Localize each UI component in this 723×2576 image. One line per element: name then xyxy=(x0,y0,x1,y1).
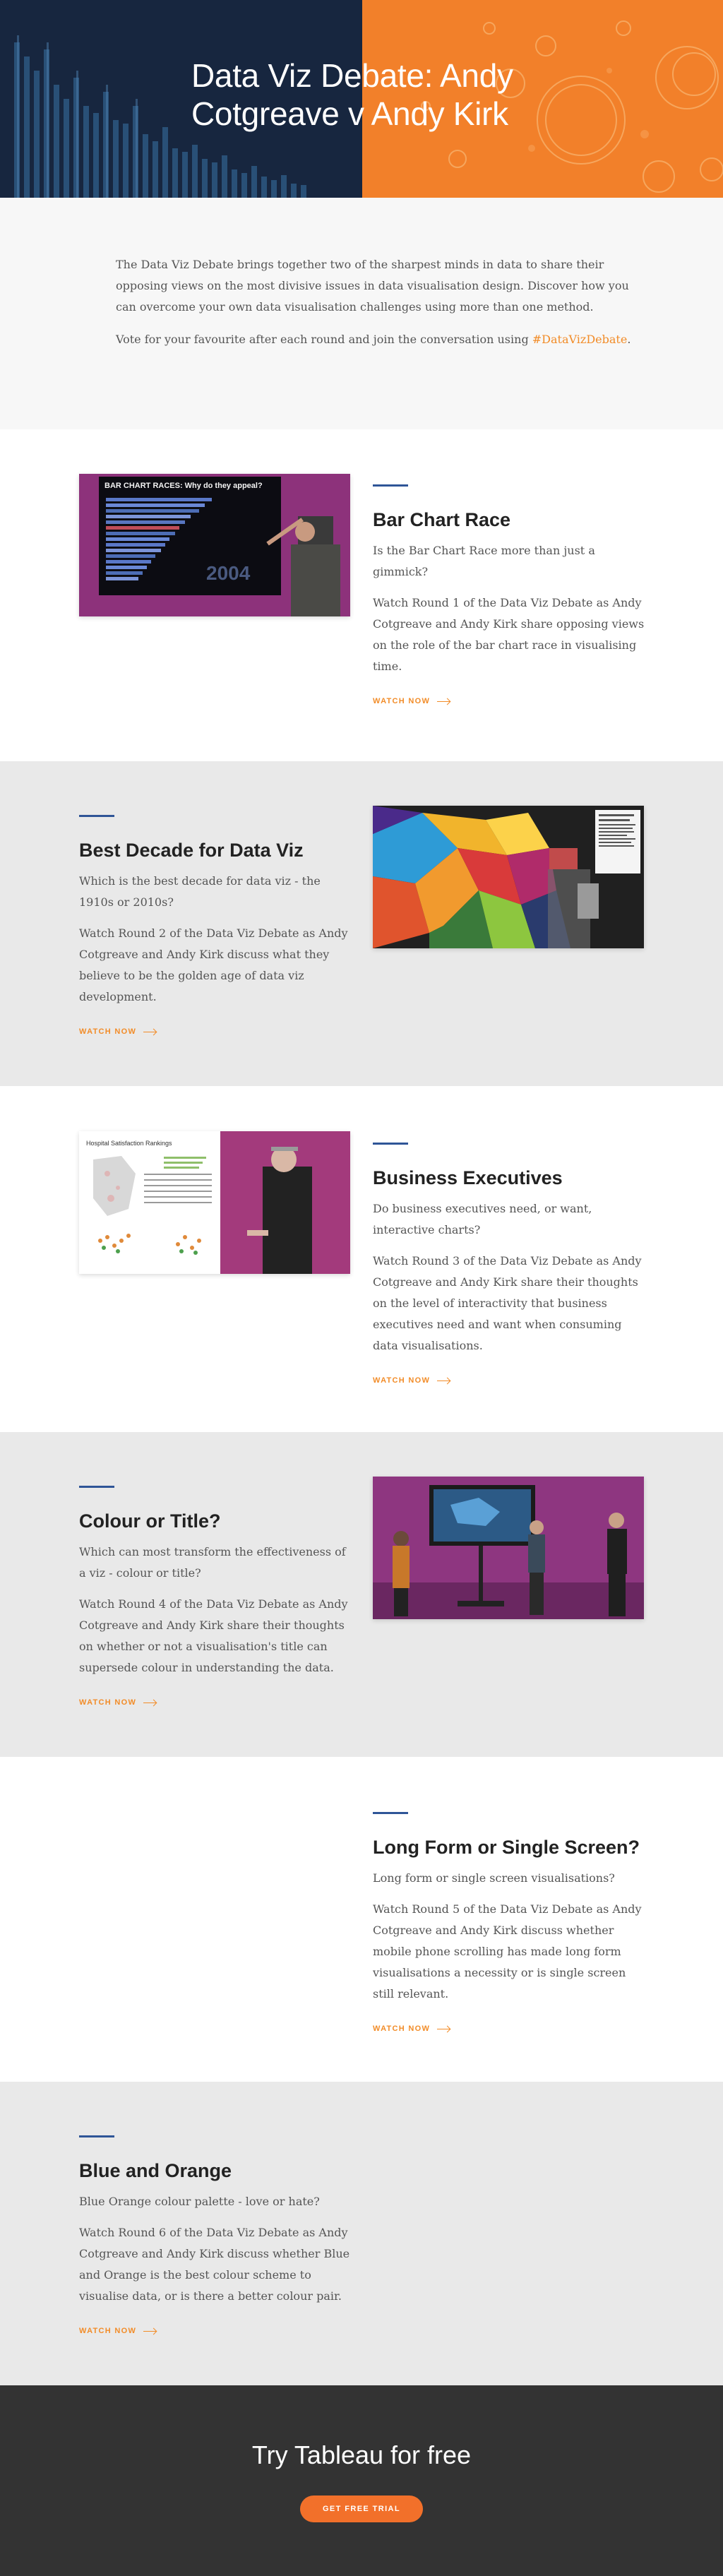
round-1-section: BAR CHART RACES: Why do they appeal? 200… xyxy=(0,429,723,761)
watch-now-label: WATCH NOW xyxy=(373,1376,431,1385)
round-6-section: Blue and Orange Blue Orange colour palet… xyxy=(0,2082,723,2385)
free-trial-section: Try Tableau for free GET FREE TRIAL xyxy=(0,2385,723,2576)
section-question: Do business executives need, or want, in… xyxy=(373,1202,592,1236)
section-description: Watch Round 4 of the Data Viz Debate as … xyxy=(79,1597,348,1674)
section-title: Colour or Title? xyxy=(79,1510,221,1532)
section-question: Long form or single screen visualisation… xyxy=(373,1871,615,1885)
section-description: Watch Round 5 of the Data Viz Debate as … xyxy=(373,1902,642,2000)
accent-bar xyxy=(79,1486,114,1488)
section-description: Watch Round 1 of the Data Viz Debate as … xyxy=(373,596,645,673)
watch-now-link[interactable]: WATCH NOW xyxy=(373,697,450,705)
section-description: Watch Round 3 of the Data Viz Debate as … xyxy=(373,1254,642,1352)
intro-text: The Data Viz Debate brings together two … xyxy=(116,254,638,350)
intro-section: The Data Viz Debate brings together two … xyxy=(0,198,723,429)
round-5-section: Long Form or Single Screen? Long form or… xyxy=(0,1757,723,2082)
accent-bar xyxy=(79,815,114,817)
round-6-text: Blue and Orange Blue Orange colour palet… xyxy=(79,2135,354,2337)
round-1-text: Bar Chart Race Is the Bar Chart Race mor… xyxy=(373,484,648,707)
free-trial-title: Try Tableau for free xyxy=(251,2440,472,2469)
hashtag-link[interactable]: #DataVizDebate xyxy=(532,333,628,346)
accent-bar xyxy=(373,1143,408,1145)
hero-banner: Data Viz Debate: Andy Cotgreave v Andy K… xyxy=(0,0,723,198)
section-description: Watch Round 6 of the Data Viz Debate as … xyxy=(79,2226,350,2303)
accent-bar xyxy=(373,1812,408,1814)
watch-now-label: WATCH NOW xyxy=(373,2025,431,2033)
round-4-text: Colour or Title? Which can most transfor… xyxy=(79,1486,354,1708)
watch-now-link[interactable]: WATCH NOW xyxy=(373,1376,450,1385)
round-4-section: Colour or Title? Which can most transfor… xyxy=(0,1432,723,1757)
page-title: Data Viz Debate: Andy Cotgreave v Andy K… xyxy=(191,57,513,132)
round-2-video-thumbnail[interactable] xyxy=(373,806,644,948)
watch-now-label: WATCH NOW xyxy=(79,2327,137,2335)
watch-now-label: WATCH NOW xyxy=(79,1698,137,1707)
intro-paragraph: The Data Viz Debate brings together two … xyxy=(116,258,629,314)
round-3-text: Business Executives Do business executiv… xyxy=(373,1143,648,1386)
round-4-video-thumbnail[interactable] xyxy=(373,1477,644,1619)
section-question: Is the Bar Chart Race more than just a g… xyxy=(373,544,595,578)
intro-vote-prefix: Vote for your favourite after each round… xyxy=(116,333,532,346)
arrow-right-icon xyxy=(143,2330,157,2332)
intro-vote-paragraph: Vote for your favourite after each round… xyxy=(116,329,638,350)
get-free-trial-button[interactable]: GET FREE TRIAL xyxy=(299,2496,424,2522)
watch-now-label: WATCH NOW xyxy=(373,697,431,705)
section-title: Business Executives xyxy=(373,1167,563,1188)
accent-bar xyxy=(79,2135,114,2137)
thumb-year: 2004 xyxy=(206,562,251,584)
watch-now-label: WATCH NOW xyxy=(79,1027,137,1036)
round-5-text: Long Form or Single Screen? Long form or… xyxy=(373,1812,648,2034)
section-question: Blue Orange colour palette - love or hat… xyxy=(79,2195,320,2208)
arrow-right-icon xyxy=(437,700,450,702)
section-title: Long Form or Single Screen? xyxy=(373,1837,640,1858)
watch-now-link[interactable]: WATCH NOW xyxy=(79,1698,157,1707)
round-2-text: Best Decade for Data Viz Which is the be… xyxy=(79,815,354,1037)
section-description: Watch Round 2 of the Data Viz Debate as … xyxy=(79,926,348,1003)
section-title: Bar Chart Race xyxy=(373,509,511,530)
round-3-video-thumbnail[interactable]: Hospital Satisfaction Rankings xyxy=(79,1131,350,1274)
watch-now-link[interactable]: WATCH NOW xyxy=(373,2025,450,2033)
watch-now-link[interactable]: WATCH NOW xyxy=(79,1027,157,1036)
section-question: Which is the best decade for data viz - … xyxy=(79,874,321,909)
watch-now-link[interactable]: WATCH NOW xyxy=(79,2327,157,2335)
section-title: Best Decade for Data Viz xyxy=(79,840,304,861)
round-2-section: Best Decade for Data Viz Which is the be… xyxy=(0,761,723,1086)
accent-bar xyxy=(373,484,408,487)
section-title: Blue and Orange xyxy=(79,2160,232,2181)
round-3-section: Hospital Satisfaction Rankings Business … xyxy=(0,1086,723,1432)
thumb-caption: Hospital Satisfaction Rankings xyxy=(86,1140,172,1147)
round-1-video-thumbnail[interactable]: BAR CHART RACES: Why do they appeal? 200… xyxy=(79,474,350,616)
section-question: Which can most transform the effectivene… xyxy=(79,1545,346,1580)
intro-vote-suffix: . xyxy=(627,333,631,346)
thumb-caption: BAR CHART RACES: Why do they appeal? xyxy=(104,482,263,490)
